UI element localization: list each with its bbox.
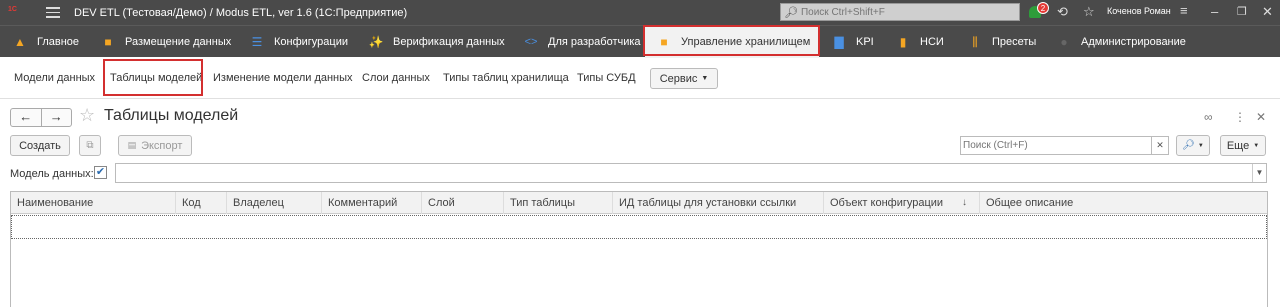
section-label: Администрирование (1081, 36, 1186, 48)
page-title: Таблицы моделей (104, 107, 239, 124)
list-search-input[interactable] (961, 137, 1151, 154)
filter-value (116, 167, 120, 179)
export-icon: ▤ (127, 140, 137, 150)
section-configurations[interactable]: ☰ Конфигурации (250, 26, 348, 58)
section-administration[interactable]: ● Администрирование (1057, 26, 1186, 58)
service-menu-button[interactable]: Сервис ▼ (650, 68, 718, 89)
section-label: Главное (37, 36, 80, 48)
bar-chart-icon: ▇ (834, 35, 844, 49)
column-header-description[interactable]: Общее описание (980, 192, 1269, 214)
code-icon: <> (524, 36, 538, 48)
settings-menu-icon[interactable]: ≡ (1180, 4, 1188, 18)
section-label: Размещение данных (125, 36, 232, 48)
filter-label: Модель данных: (10, 168, 94, 180)
current-user[interactable]: Коченов Роман (1107, 6, 1171, 16)
service-menu-label: Сервис (659, 72, 698, 85)
global-search-input[interactable] (800, 6, 1001, 18)
table-row[interactable] (11, 215, 1267, 239)
dropdown-arrow-icon: ▼ (701, 75, 709, 82)
column-header-layer[interactable]: Слой (422, 192, 504, 214)
add-to-favorites-icon[interactable]: ☆ (79, 105, 95, 126)
subnav-data-layers[interactable]: Слои данных (362, 72, 430, 84)
close-form-icon[interactable]: ✕ (1256, 110, 1266, 124)
column-header-table-type[interactable]: Тип таблицы (504, 192, 613, 214)
section-label: Верификация данных (393, 36, 505, 48)
section-label: Конфигурации (274, 36, 349, 48)
back-arrow-icon[interactable]: ← (11, 109, 41, 126)
house-icon: ▲ (14, 35, 26, 49)
book-icon: ▮ (899, 35, 907, 49)
section-developer[interactable]: <> Для разработчика (524, 26, 641, 58)
export-label: Экспорт (141, 139, 183, 152)
subnav-dbms-types[interactable]: Типы СУБД (577, 72, 636, 84)
section-label: KPI (856, 36, 874, 48)
section-main[interactable]: ▲ Главное (13, 26, 79, 58)
app-logo: 1С (8, 5, 17, 13)
search-options-button[interactable]: 🔎︎ ▼ (1176, 135, 1210, 156)
dropdown-arrow-icon: ▼ (1197, 142, 1204, 149)
history-icon[interactable]: ⟲ (1057, 5, 1068, 19)
favorites-star-icon[interactable]: ☆ (1083, 5, 1095, 19)
app-title: DEV ETL (Тестовая/Демо) / Modus ETL, ver… (74, 6, 408, 19)
column-header-link-table-id[interactable]: ИД таблицы для установки ссылки (613, 192, 824, 214)
magic-wand-icon: ✨ (368, 35, 384, 49)
notifications-icon[interactable]: 2 (1027, 2, 1049, 21)
filter-enabled-checkbox[interactable]: ✔ (94, 166, 107, 179)
clear-search-icon[interactable]: ✕ (1151, 137, 1168, 154)
create-button[interactable]: Создать (10, 135, 70, 156)
column-header-config-object[interactable]: Объект конфигурации (824, 192, 980, 214)
model-tables-list[interactable]: Наименование Код Владелец Комментарий Сл… (10, 191, 1268, 307)
minimize-icon[interactable]: – (1211, 5, 1218, 19)
more-actions-icon[interactable]: ⋮ (1234, 110, 1246, 124)
section-label: Пресеты (992, 36, 1037, 48)
section-label: НСИ (920, 36, 944, 48)
subnav-data-models[interactable]: Модели данных (14, 72, 95, 84)
column-header-owner[interactable]: Владелец (227, 192, 322, 214)
dropdown-arrow-icon: ▼ (1253, 142, 1260, 149)
hierarchy-icon: ☰ (251, 35, 263, 49)
admin-icon: ● (1060, 35, 1068, 49)
dropdown-arrow-icon[interactable]: ▼ (1252, 164, 1266, 182)
section-label: Для разработчика (548, 36, 641, 48)
restore-icon[interactable]: ❐ (1237, 5, 1247, 19)
table-header: Наименование Код Владелец Комментарий Сл… (11, 192, 1267, 214)
storage-settings-icon: ■ (660, 35, 668, 49)
export-button[interactable]: ▤ Экспорт (118, 135, 192, 156)
section-kpi[interactable]: ▇ KPI (832, 26, 874, 58)
more-label: Еще (1226, 139, 1250, 152)
section-data-placement[interactable]: ■ Размещение данных (101, 26, 231, 58)
copy-icon: ⧉ (86, 140, 94, 151)
main-menu-icon[interactable] (46, 7, 60, 18)
subnav-model-tables[interactable]: Таблицы моделей (110, 72, 202, 84)
list-search-field[interactable]: ✕ (960, 136, 1169, 155)
forward-arrow-icon[interactable]: → (40, 109, 72, 126)
column-header-comment[interactable]: Комментарий (322, 192, 422, 214)
section-presets[interactable]: ⫼ Пресеты (968, 26, 1036, 58)
section-label: Управление хранилищем (681, 36, 811, 48)
section-data-verification[interactable]: ✨ Верификация данных (369, 26, 505, 58)
section-nsi[interactable]: ▮ НСИ (896, 26, 944, 58)
checkmark-icon: ✔ (95, 166, 106, 178)
subnav-data-model-changes[interactable]: Изменение модели данных (213, 72, 353, 84)
subnav-storage-table-types[interactable]: Типы таблиц хранилища (443, 72, 569, 84)
close-icon[interactable]: ✕ (1262, 5, 1273, 19)
global-search-field[interactable]: 🔎︎ (780, 3, 1020, 21)
notifications-badge: 2 (1037, 2, 1049, 14)
column-header-code[interactable]: Код (176, 192, 227, 214)
search-icon: 🔎︎ (1182, 140, 1195, 151)
sliders-icon: ⫼ (972, 34, 978, 49)
section-storage-management[interactable]: ■ Управление хранилищем (645, 26, 819, 58)
more-button[interactable]: Еще ▼ (1220, 135, 1266, 156)
sort-descending-icon: ↓ (962, 197, 967, 208)
data-model-filter-field[interactable]: ▼ (115, 163, 1267, 183)
copy-button[interactable]: ⧉ (79, 135, 101, 156)
link-icon[interactable]: ∞ (1204, 110, 1213, 124)
column-header-name[interactable]: Наименование (11, 192, 176, 214)
history-nav: ← → (10, 108, 72, 127)
sections-panel: ▲ Главное ■ Размещение данных ☰ Конфигур… (0, 25, 1280, 58)
database-icon: ■ (104, 35, 112, 49)
search-icon: 🔎︎ (784, 6, 798, 19)
